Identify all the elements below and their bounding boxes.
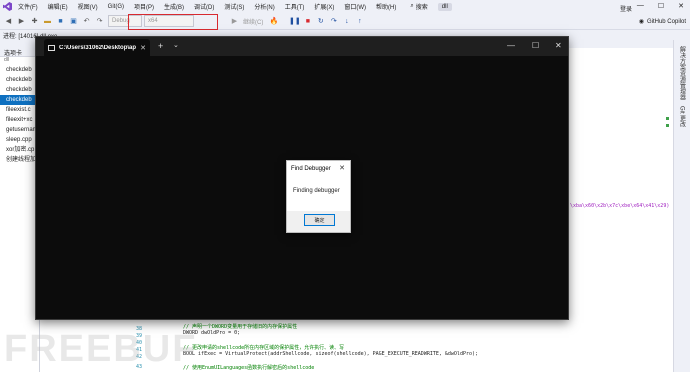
menu-build[interactable]: 生成(B) bbox=[164, 2, 184, 11]
search-icon: ⌕ bbox=[410, 3, 414, 9]
menu-bar: 文件(F) 编辑(E) 视图(V) Git(G) 项目(P) 生成(B) 调试(… bbox=[0, 0, 690, 13]
maximize-icon[interactable]: ☐ bbox=[658, 2, 664, 10]
file-item[interactable]: sleep.cpp bbox=[0, 135, 39, 145]
window-controls: — ☐ ✕ bbox=[637, 2, 684, 10]
maximize-icon[interactable]: ☐ bbox=[532, 41, 539, 50]
panel-header: 选项卡 bbox=[0, 48, 39, 57]
close-icon[interactable]: ✕ bbox=[555, 41, 562, 50]
panel-subheader: dll bbox=[4, 57, 10, 63]
close-tab-icon[interactable]: ✕ bbox=[140, 44, 146, 52]
message-box-dialog: Find Debugger ✕ Finding debugger 确定 bbox=[286, 160, 351, 233]
terminal-titlebar: C:\Users\31062\Desktop\api\u ✕ + ⌄ — ☐ ✕ bbox=[36, 37, 568, 56]
menu-analyze[interactable]: 分析(N) bbox=[254, 2, 274, 11]
menu-git[interactable]: Git(G) bbox=[108, 4, 124, 10]
file-item[interactable]: getusernam bbox=[0, 125, 39, 135]
file-item[interactable]: fileexist.c bbox=[0, 105, 39, 115]
break-all-icon[interactable]: ❚❚ bbox=[289, 17, 301, 26]
watermark: FREEBUF bbox=[4, 328, 198, 370]
visual-studio-logo-icon[interactable] bbox=[3, 2, 12, 11]
git-changes-tab[interactable]: Git 更改 bbox=[678, 106, 687, 127]
save-all-icon[interactable]: ▣ bbox=[69, 17, 78, 26]
dialog-body: Finding debugger bbox=[287, 177, 350, 211]
undo-icon[interactable]: ↶ bbox=[82, 17, 91, 26]
solution-name-badge: dll bbox=[437, 2, 452, 11]
code-line: // 声明一个DWORD变量用于存储旧的内存保护属性 bbox=[183, 324, 298, 330]
back-icon[interactable]: ◀ bbox=[4, 17, 13, 26]
save-icon[interactable]: ■ bbox=[56, 17, 65, 26]
menu-help[interactable]: 帮助(H) bbox=[376, 2, 396, 11]
menu-view[interactable]: 视图(V) bbox=[78, 2, 98, 11]
shellcode-bytes: \xba\x60\x2b\x7c\xbe\x64\x41\x29) bbox=[570, 203, 670, 209]
forward-icon[interactable]: ▶ bbox=[17, 17, 26, 26]
github-copilot-button[interactable]: ◉ GitHub Copilot bbox=[638, 18, 686, 26]
menu-file[interactable]: 文件(F) bbox=[18, 2, 38, 11]
chevron-down-icon[interactable]: ⌄ bbox=[173, 41, 179, 49]
step-out-icon[interactable]: ↑ bbox=[355, 17, 364, 26]
copilot-icon: ◉ bbox=[638, 19, 644, 25]
search-label: 搜索 bbox=[415, 5, 428, 11]
scrollbar-change-marker bbox=[666, 117, 669, 120]
main-toolbar: ◀ ▶ ✚ ▬ ■ ▣ ↶ ↷ Debug x64 ▶ 继续(C) 🔥 ❚❚ ■… bbox=[0, 13, 690, 30]
copilot-label: GitHub Copilot bbox=[646, 18, 686, 25]
dialog-message: Finding debugger bbox=[293, 188, 340, 194]
new-item-icon[interactable]: ✚ bbox=[30, 17, 39, 26]
minimize-icon[interactable]: — bbox=[637, 2, 644, 10]
continue-icon[interactable]: ▶ bbox=[230, 17, 239, 26]
step-into-icon[interactable]: ↓ bbox=[342, 17, 351, 26]
terminal-tab[interactable]: C:\Users\31062\Desktop\api\u ✕ bbox=[44, 39, 150, 56]
stop-icon[interactable]: ■ bbox=[303, 17, 312, 26]
platform-highlight-annotation bbox=[128, 14, 218, 30]
menu-edit[interactable]: 编辑(E) bbox=[48, 2, 68, 11]
code-line: // 更改申请的shellcode所在内存区域的保护属性，允许执行、读、写 bbox=[183, 345, 345, 351]
file-item[interactable]: checkdeb bbox=[0, 75, 39, 85]
continue-label[interactable]: 继续(C) bbox=[243, 17, 263, 26]
menu-extensions[interactable]: 扩展(X) bbox=[314, 2, 334, 11]
terminal-icon bbox=[48, 44, 55, 51]
menu-debug[interactable]: 调试(D) bbox=[194, 2, 214, 11]
sign-in-link[interactable]: 登录 bbox=[620, 4, 632, 13]
file-item[interactable]: xor加密.cp bbox=[0, 145, 39, 155]
menu-window[interactable]: 窗口(W) bbox=[344, 2, 366, 11]
search-box[interactable]: ⌕ 搜索 bbox=[410, 2, 427, 11]
file-item[interactable]: checkdeb bbox=[0, 65, 39, 75]
close-icon[interactable]: ✕ bbox=[339, 164, 345, 172]
redo-icon[interactable]: ↷ bbox=[95, 17, 104, 26]
solution-explorer-panel: 选项卡 dll checkdeb checkdeb checkdeb check… bbox=[0, 48, 40, 372]
file-item[interactable]: checkdeb bbox=[0, 85, 39, 95]
open-folder-icon[interactable]: ▬ bbox=[43, 17, 52, 26]
ok-button[interactable]: 确定 bbox=[304, 214, 335, 226]
file-item-selected[interactable]: checkdeb bbox=[0, 95, 39, 105]
menu-test[interactable]: 测试(S) bbox=[224, 2, 244, 11]
menu-tools[interactable]: 工具(T) bbox=[285, 2, 305, 11]
solution-explorer-tab[interactable]: 解决方案资源管理器 bbox=[678, 46, 687, 100]
close-icon[interactable]: ✕ bbox=[678, 2, 684, 10]
new-tab-icon[interactable]: + bbox=[158, 41, 163, 51]
code-line: // 使用EnumUILanguages函数执行解密后的shellcode bbox=[183, 365, 315, 371]
restart-icon[interactable]: ↻ bbox=[316, 17, 325, 26]
file-item[interactable]: fileexit+xc bbox=[0, 115, 39, 125]
file-item[interactable]: 创建线程加 bbox=[0, 155, 39, 165]
scrollbar-change-marker bbox=[666, 124, 669, 127]
menu-project[interactable]: 项目(P) bbox=[134, 2, 154, 11]
terminal-tab-title: C:\Users\31062\Desktop\api\u bbox=[59, 44, 137, 51]
hot-reload-icon[interactable]: 🔥 bbox=[269, 17, 278, 26]
code-line: BOOL ifExec = VirtualProtect(addrShellco… bbox=[183, 351, 479, 357]
right-tool-strip: 解决方案资源管理器 Git 更改 bbox=[673, 40, 690, 372]
step-over-icon[interactable]: ↷ bbox=[329, 17, 338, 26]
minimize-icon[interactable]: — bbox=[507, 41, 515, 50]
